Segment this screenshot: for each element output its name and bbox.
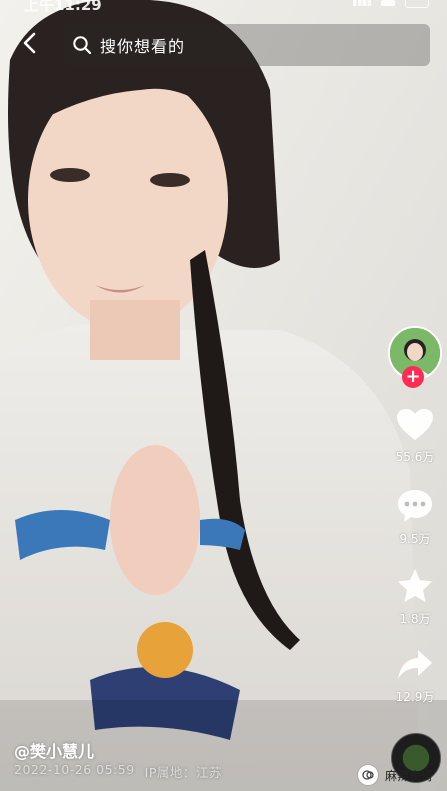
share-button[interactable]: 12.9万: [387, 648, 443, 705]
ip-location: IP属地：江苏: [144, 765, 222, 780]
post-date: 2022-10-26 05:59: [14, 762, 135, 777]
search-input[interactable]: 搜你想看的: [62, 24, 430, 66]
follow-button[interactable]: +: [402, 366, 424, 388]
video-player[interactable]: 上午11:29 搜你想看的 + 55.6万 9.5万 1.8万 12.9万 @樊…: [0, 0, 447, 791]
comment-button[interactable]: 9.5万: [387, 488, 443, 547]
share-count: 12.9万: [395, 690, 435, 704]
favorite-count: 1.8万: [399, 612, 431, 626]
status-time: 上午11:29: [24, 0, 102, 14]
like-button[interactable]: 55.6万: [387, 408, 443, 465]
back-button[interactable]: [16, 30, 42, 56]
share-icon: [398, 650, 432, 679]
video-meta: 2022-10-26 05:59 IP属地：江苏: [14, 762, 222, 781]
search-placeholder: 搜你想看的: [100, 37, 186, 56]
signal-icon: [353, 0, 371, 6]
wechat-logo-icon: [356, 764, 379, 786]
video-frame: [0, 0, 447, 791]
author-avatar-button[interactable]: +: [387, 326, 443, 388]
comment-count: 9.5万: [399, 532, 431, 546]
heart-icon: [397, 409, 433, 440]
star-icon: [398, 569, 432, 602]
like-count: 55.6万: [395, 450, 435, 464]
comment-icon: [398, 490, 432, 522]
author-name[interactable]: @樊小慧儿: [14, 738, 94, 762]
search-icon: [72, 35, 92, 55]
favorite-button[interactable]: 1.8万: [387, 568, 443, 627]
back-arrow-icon: [23, 32, 36, 54]
watermark-text: 麻辣表哥: [384, 768, 433, 783]
watermark: 麻辣表哥: [356, 764, 433, 786]
status-bar: 上午11:29: [0, 0, 447, 14]
action-rail: + 55.6万 9.5万 1.8万 12.9万: [387, 0, 447, 791]
